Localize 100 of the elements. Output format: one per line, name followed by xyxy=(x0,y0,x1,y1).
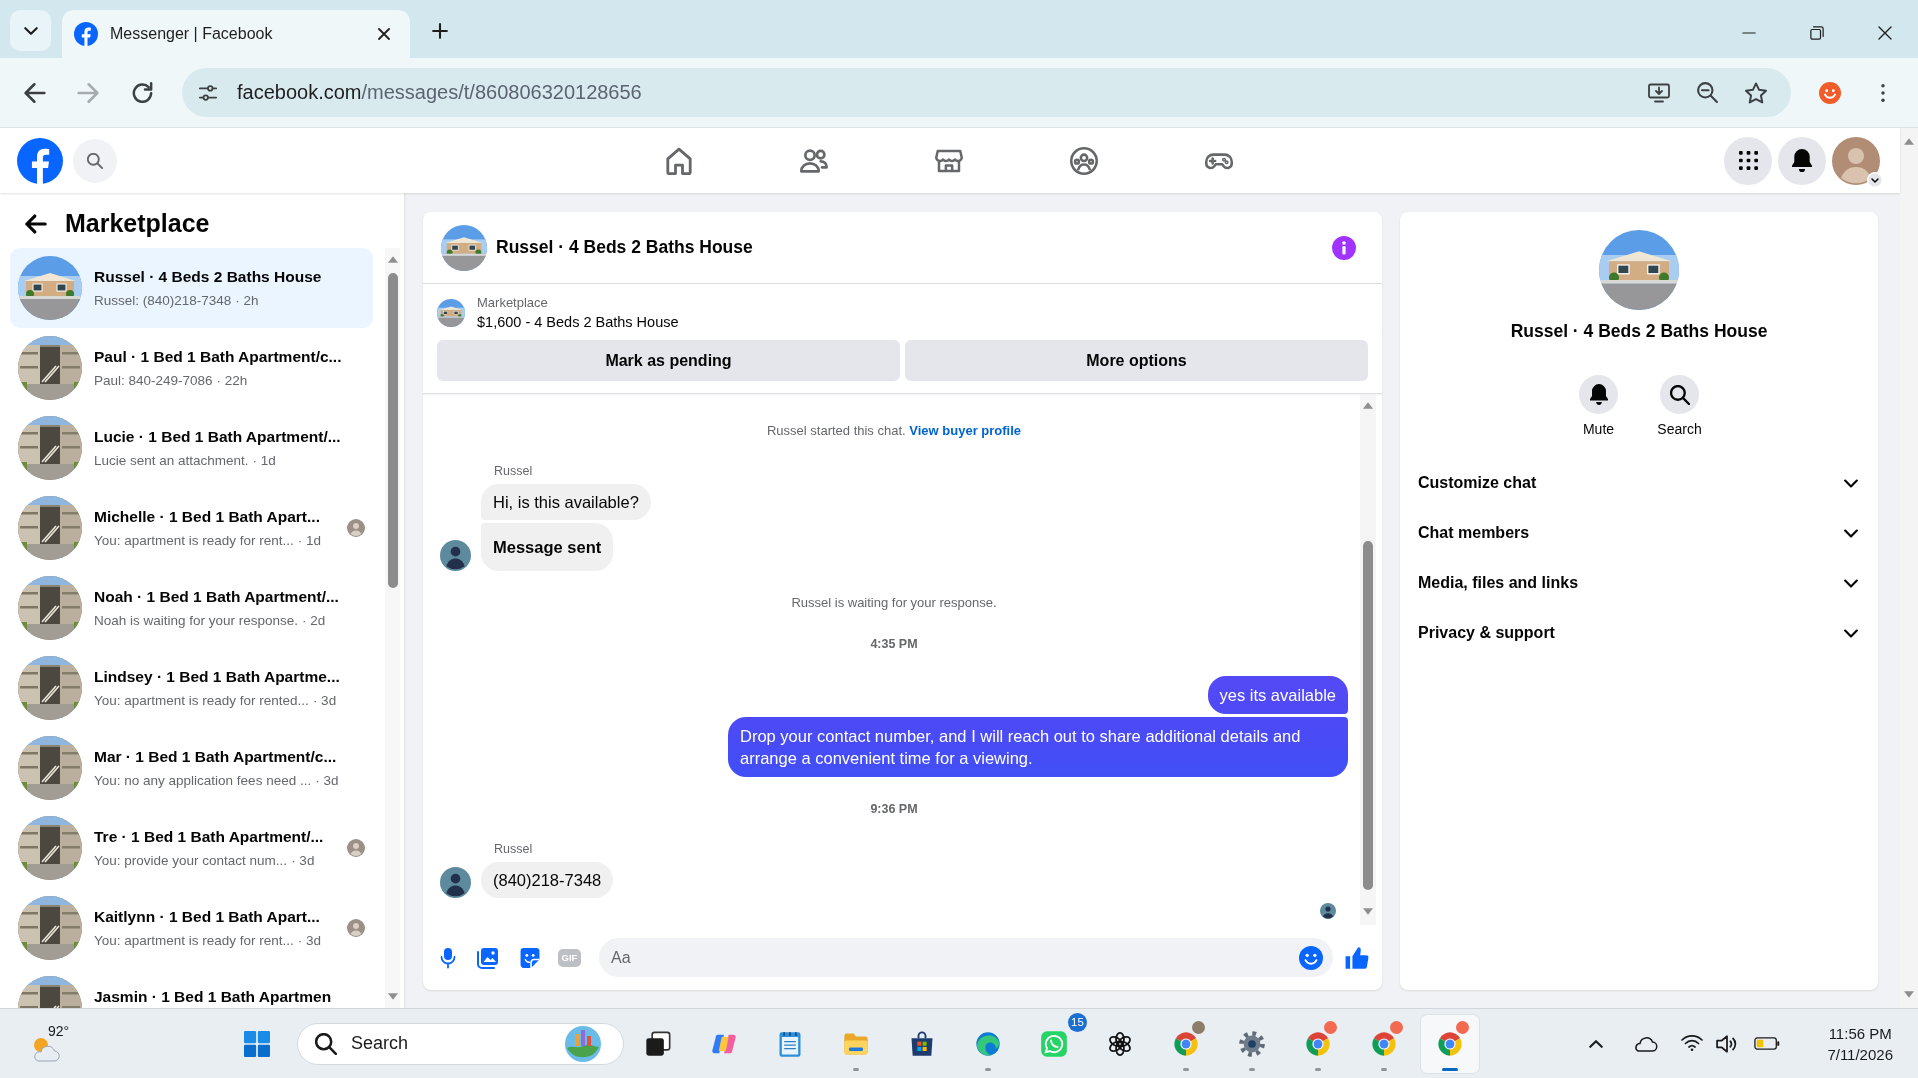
sliders-icon[interactable] xyxy=(198,83,218,102)
message-field[interactable]: Aa xyxy=(599,938,1333,977)
message-preview: Paul: 840-249-7086 xyxy=(94,372,213,389)
message-preview: Noah is waiting for your response. xyxy=(94,612,299,629)
close-icon[interactable] xyxy=(378,28,390,40)
close-icon[interactable] xyxy=(1878,26,1892,40)
battery-icon[interactable] xyxy=(1754,1037,1780,1050)
apartment-building-drawing xyxy=(18,576,82,640)
conversation-item[interactable]: Russel · 4 Beds 2 Baths House Russel: (840)218-7348 · 2h xyxy=(10,248,373,328)
profile-link[interactable]: View buyer profile xyxy=(909,423,1022,438)
conversation-item[interactable]: Lindsey · 1 Bed 1 Bath Apartme... You: apartment is ready for rented... · 3d xyxy=(10,648,373,728)
action-label: Mute xyxy=(1582,420,1615,438)
browser-tab[interactable]: Messenger | Facebook xyxy=(62,10,410,58)
message-preview: You: apartment is ready for rent... xyxy=(94,932,294,949)
chevron-down-icon[interactable] xyxy=(1867,171,1883,188)
address-bar[interactable]: facebook.com/messages/t/860806320128656 xyxy=(182,68,1791,117)
message-preview: You: provide your contact num... xyxy=(94,852,288,869)
back-arrow-icon[interactable] xyxy=(24,82,46,103)
conversation-item[interactable]: Paul · 1 Bed 1 Bath Apartment/c... Paul: 840-249-7086 · 22h xyxy=(10,328,373,408)
plus-icon[interactable] xyxy=(432,23,448,39)
mute-button[interactable] xyxy=(1579,375,1618,414)
home-icon[interactable] xyxy=(665,146,693,175)
listing-source: Marketplace xyxy=(477,294,549,312)
speaker-icon[interactable] xyxy=(1716,1034,1738,1053)
menu-icon[interactable] xyxy=(1881,83,1885,102)
message-time: · 3d xyxy=(312,692,337,709)
apps-button[interactable] xyxy=(1724,136,1772,185)
photo-icon[interactable] xyxy=(477,946,499,969)
section-header[interactable]: Media, files and links xyxy=(1418,558,1858,608)
action-button[interactable]: Mark as pending xyxy=(437,340,900,381)
apartment-building-drawing xyxy=(18,656,82,720)
apartment-building-drawing xyxy=(18,496,82,560)
clock-time: 11:56 PM xyxy=(1827,1023,1893,1044)
info-icon[interactable] xyxy=(1332,235,1356,260)
conversation-item[interactable]: Lucie · 1 Bed 1 Bath Apartment/... Lucie sent an attachment. · 1d xyxy=(10,408,373,488)
section-header[interactable]: Chat members xyxy=(1418,508,1858,558)
conversation-title: Paul · 1 Bed 1 Bath Apartment/c... xyxy=(94,347,343,367)
browser-icon xyxy=(1304,1029,1332,1058)
back-arrow-icon[interactable] xyxy=(25,213,47,234)
conversation-item[interactable]: Mar · 1 Bed 1 Bath Apartment/c... You: no any application fees need ... · 3d xyxy=(10,728,373,808)
tab-list-button[interactable] xyxy=(10,10,51,51)
conversation-title: Lucie · 1 Bed 1 Bath Apartment/... xyxy=(94,427,342,447)
message-time: · 3d xyxy=(291,852,315,869)
search-button[interactable] xyxy=(1660,375,1699,414)
details-title: Russel · 4 Beds 2 Baths House xyxy=(1509,320,1769,342)
notifications-button[interactable] xyxy=(1778,136,1826,185)
star-icon[interactable] xyxy=(1745,81,1767,104)
zoom-out-icon[interactable] xyxy=(1697,82,1718,103)
message-time: · 3d xyxy=(315,772,339,789)
restore-icon[interactable] xyxy=(1810,26,1824,40)
taskbar-search[interactable]: Search xyxy=(297,1022,624,1065)
conversation-item[interactable]: Kaitlynn · 1 Bed 1 Bath Apart... You: apartment is ready for rent... · 3d xyxy=(10,888,373,968)
wifi-icon[interactable] xyxy=(1681,1035,1703,1052)
browser-icon xyxy=(1436,1029,1464,1058)
conversation-item[interactable]: Tre · 1 Bed 1 Bath Apartment/... You: provide your contact num... · 3d xyxy=(10,808,373,888)
people-circle-icon[interactable] xyxy=(1070,146,1098,175)
monitor-download-icon[interactable] xyxy=(1648,82,1670,103)
apartment-building-drawing xyxy=(18,896,82,960)
scroll-down-icon[interactable] xyxy=(1363,908,1373,915)
section-header[interactable]: Customize chat xyxy=(1418,458,1858,508)
scroll-up-icon[interactable] xyxy=(1904,138,1914,145)
scroll-up-icon[interactable] xyxy=(1363,402,1373,409)
smiley-icon[interactable] xyxy=(1819,81,1841,104)
conversation-title: Russel · 4 Beds 2 Baths House xyxy=(94,267,323,287)
conversation-item[interactable]: Michelle · 1 Bed 1 Bath Apart... You: apartment is ready for rent... · 1d xyxy=(10,488,373,568)
chat-notice: Russel is waiting for your response. xyxy=(790,594,998,612)
scrollbar-thumb[interactable] xyxy=(387,273,398,588)
message-preview: You: apartment is ready for rented... xyxy=(94,692,309,709)
scroll-down-icon[interactable] xyxy=(387,993,398,1000)
apartment-building-drawing xyxy=(18,336,82,400)
reload-icon[interactable] xyxy=(132,82,153,103)
message-bubble: Message sent xyxy=(481,523,614,571)
message-bubble: Drop your contact number, and I will reach out to share additional details and arrange a convenient time for a viewing. xyxy=(728,717,1348,777)
message-time: · 1d xyxy=(297,532,322,549)
microphone-icon[interactable] xyxy=(440,946,456,969)
chevron-up-icon[interactable] xyxy=(1589,1039,1603,1048)
scrollbar-thumb[interactable] xyxy=(1363,541,1373,890)
logo-icon[interactable] xyxy=(17,137,63,184)
sticker-icon[interactable] xyxy=(519,946,541,969)
thumbs-up-icon[interactable] xyxy=(1345,945,1369,970)
scroll-up-icon[interactable] xyxy=(387,256,398,263)
action-button[interactable]: More options xyxy=(905,340,1368,381)
logo-icon xyxy=(74,22,98,46)
message-timestamp: 4:35 PM xyxy=(869,636,919,653)
people-icon[interactable] xyxy=(800,146,828,175)
start-icon[interactable] xyxy=(244,1030,270,1057)
scroll-down-icon[interactable] xyxy=(1904,991,1914,998)
globe-icon xyxy=(563,1023,603,1064)
bell-icon xyxy=(1792,149,1812,172)
house-drawing xyxy=(437,299,465,327)
weather-temperature: 92° xyxy=(48,1022,70,1039)
cloud-icon[interactable] xyxy=(1632,1034,1658,1053)
section-header[interactable]: Privacy & support xyxy=(1418,608,1858,658)
conversation-item[interactable]: Noah · 1 Bed 1 Bath Apartment/... Noah is waiting for your response. · 2d xyxy=(10,568,373,648)
emoji-icon[interactable] xyxy=(1299,945,1323,970)
sender-name: Russel xyxy=(493,841,534,857)
conversation-title: Tre · 1 Bed 1 Bath Apartment/... xyxy=(94,827,325,847)
apartment-building-drawing xyxy=(18,816,82,880)
clock-date: 7/11/2026 xyxy=(1827,1044,1893,1065)
house-drawing xyxy=(441,224,487,271)
